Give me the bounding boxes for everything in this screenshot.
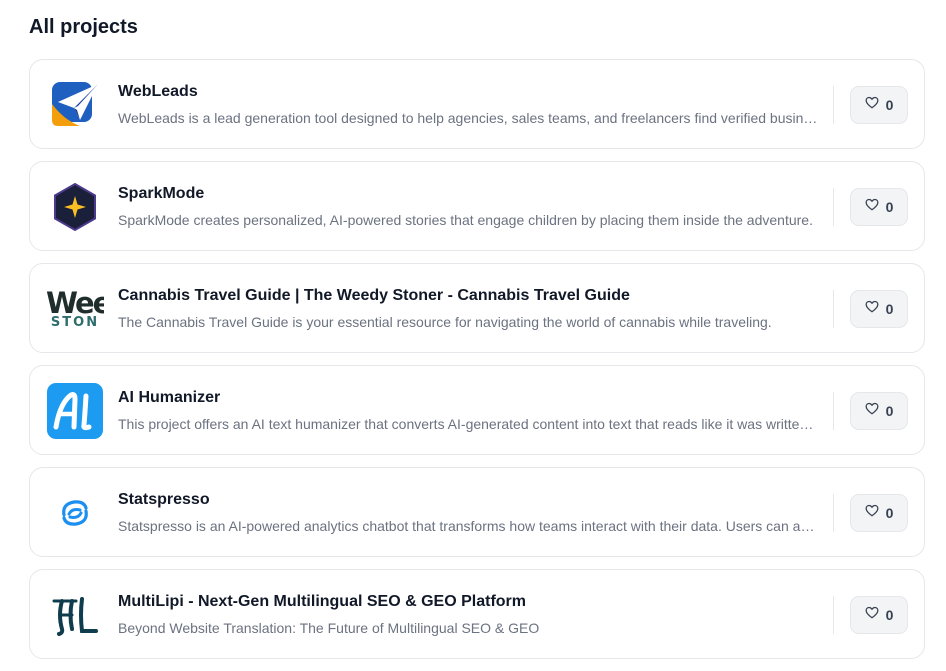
project-card-sparkmode[interactable]: SparkMode SparkMode creates personalized… [29,161,925,251]
ai-letters-logo-icon [46,382,104,440]
heart-icon [865,198,879,216]
project-title[interactable]: WebLeads [118,83,824,101]
project-card-ai-humanizer[interactable]: AI Humanizer This project offers an AI t… [29,365,925,455]
heart-icon [865,606,879,624]
heart-icon [865,300,879,318]
project-title[interactable]: Cannabis Travel Guide | The Weedy Stoner… [118,287,824,305]
like-count: 0 [885,403,894,419]
paper-plane-logo-icon [46,76,104,134]
like-count: 0 [885,199,894,215]
project-title[interactable]: AI Humanizer [118,389,824,407]
like-count: 0 [885,97,894,113]
divider [833,596,834,634]
like-button[interactable]: 0 [850,290,908,328]
project-description: WebLeads is a lead generation tool desig… [118,110,818,126]
hexagon-spark-logo-icon [46,178,104,236]
project-description: SparkMode creates personalized, AI-power… [118,212,813,228]
like-button[interactable]: 0 [850,596,908,634]
divider [833,188,834,226]
like-button[interactable]: 0 [850,86,908,124]
weedy-stoner-logo: Wee STON [46,289,104,329]
project-description: This project offers an AI text humanizer… [118,416,818,432]
project-description: Statspresso is an AI-powered analytics c… [118,518,818,534]
like-button[interactable]: 0 [850,494,908,532]
page-title: All projects [29,16,138,38]
heart-icon [865,402,879,420]
project-card-webleads[interactable]: WebLeads WebLeads is a lead generation t… [29,59,925,149]
like-count: 0 [885,607,894,623]
all-projects-page: All projects WebLeads WebLeads is a lead… [0,0,946,659]
like-count: 0 [885,505,894,521]
project-card-statspresso[interactable]: Statspresso Statspresso is an AI-powered… [29,467,925,557]
divider [833,290,834,328]
like-button[interactable]: 0 [850,392,908,430]
project-description: Beyond Website Translation: The Future o… [118,620,540,636]
divider [833,86,834,124]
divider [833,494,834,532]
project-card-cannabis-travel-guide[interactable]: Wee STON Cannabis Travel Guide | The Wee… [29,263,925,353]
project-description: The Cannabis Travel Guide is your essent… [118,314,772,330]
heart-icon [865,96,879,114]
swirl-logo-icon [46,484,104,542]
hl-letters-logo-icon [46,586,104,644]
project-title[interactable]: Statspresso [118,491,824,509]
project-title[interactable]: MultiLipi - Next-Gen Multilingual SEO & … [118,593,824,611]
heart-icon [865,504,879,522]
divider [833,392,834,430]
like-count: 0 [885,301,894,317]
project-card-multilipi[interactable]: MultiLipi - Next-Gen Multilingual SEO & … [29,569,925,659]
like-button[interactable]: 0 [850,188,908,226]
project-list: WebLeads WebLeads is a lead generation t… [29,59,925,671]
project-title[interactable]: SparkMode [118,185,824,203]
